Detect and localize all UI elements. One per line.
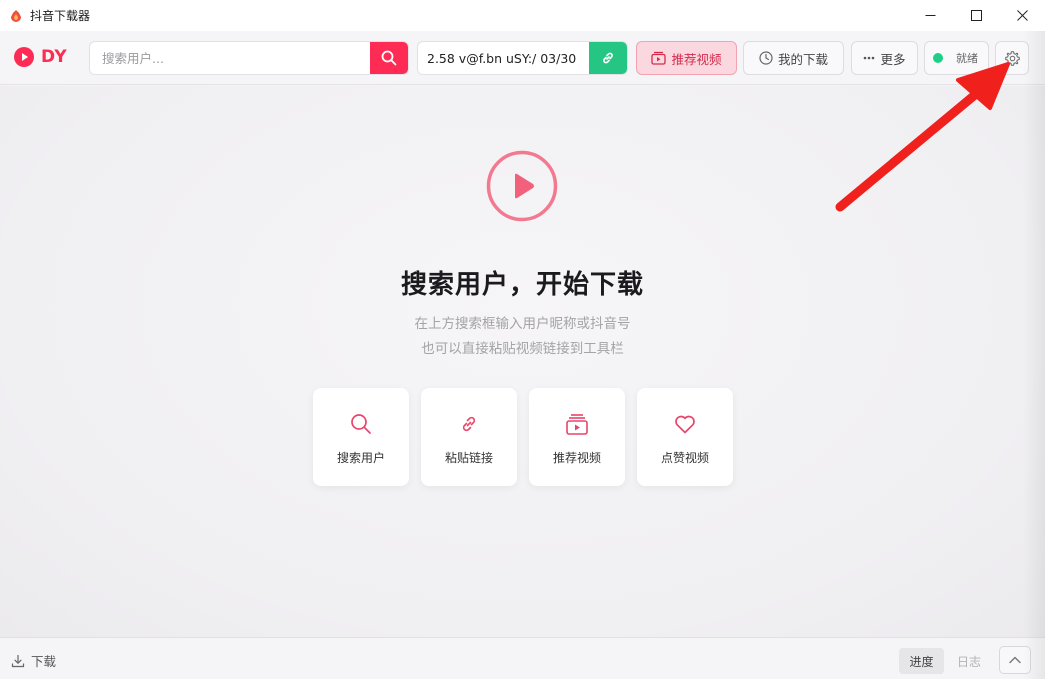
video-stack-icon xyxy=(651,51,667,65)
main-empty-state: 搜索用户，开始下载 在上方搜索框输入用户昵称或抖音号 也可以直接粘贴视频链接到工… xyxy=(0,86,1045,637)
heart-icon xyxy=(675,415,695,434)
card-liked-videos[interactable]: 点赞视频 xyxy=(637,388,733,486)
app-logo-icon xyxy=(11,9,21,22)
gear-icon xyxy=(1004,50,1020,66)
recommended-videos-label: 推荐视频 xyxy=(671,51,722,67)
card-recommended-videos[interactable]: 推荐视频 xyxy=(529,388,625,486)
search-box xyxy=(89,41,409,75)
more-dots-icon xyxy=(864,56,875,60)
link-box xyxy=(417,41,628,75)
card-label: 搜索用户 xyxy=(336,451,385,465)
video-link-input[interactable] xyxy=(418,42,591,74)
logo-text: DY xyxy=(41,47,68,67)
maximize-icon xyxy=(970,10,982,21)
window-title: 抖音下载器 xyxy=(30,9,91,23)
chevron-up-icon xyxy=(1009,656,1021,664)
search-icon xyxy=(381,50,397,66)
close-icon xyxy=(1016,10,1028,21)
card-search-user[interactable]: 搜索用户 xyxy=(313,388,409,486)
recommended-videos-button[interactable]: 推荐视频 xyxy=(636,41,737,75)
minimize-button[interactable] xyxy=(907,0,953,31)
download-panel-toggle[interactable]: 下载 xyxy=(11,651,56,670)
download-label: 下载 xyxy=(31,654,57,669)
minimize-icon xyxy=(925,15,935,16)
close-button[interactable] xyxy=(999,0,1045,31)
bottom-bar: 下载 进度 日志 xyxy=(0,637,1045,679)
empty-state-title: 搜索用户，开始下载 xyxy=(400,270,644,300)
play-circle-icon xyxy=(486,150,558,222)
status-indicator: 就绪 xyxy=(924,41,989,75)
tab-log[interactable]: 日志 xyxy=(948,648,990,674)
status-text: 就绪 xyxy=(956,52,978,65)
tab-progress[interactable]: 进度 xyxy=(899,648,944,674)
parse-link-button[interactable] xyxy=(589,42,627,74)
clock-icon xyxy=(759,51,773,65)
title-bar: 抖音下载器 xyxy=(0,0,1045,31)
search-input[interactable] xyxy=(90,42,372,74)
settings-button[interactable] xyxy=(995,41,1029,75)
my-downloads-button[interactable]: 我的下载 xyxy=(743,41,844,75)
card-paste-link[interactable]: 粘贴链接 xyxy=(421,388,517,486)
more-button[interactable]: 更多 xyxy=(851,41,918,75)
empty-state-subtitle-1: 在上方搜索框输入用户昵称或抖音号 xyxy=(414,316,631,332)
search-icon xyxy=(351,414,371,434)
maximize-button[interactable] xyxy=(953,0,999,31)
video-stack-icon xyxy=(566,414,588,435)
download-icon xyxy=(11,654,25,667)
card-label: 推荐视频 xyxy=(552,451,601,465)
toolbar: DY 推荐视频 xyxy=(0,31,1045,85)
card-label: 粘贴链接 xyxy=(444,451,493,465)
app-logo: DY xyxy=(14,47,67,67)
card-label: 点赞视频 xyxy=(660,451,709,465)
expand-panel-button[interactable] xyxy=(999,646,1031,674)
empty-state-subtitle-2: 也可以直接粘贴视频链接到工具栏 xyxy=(421,341,624,357)
my-downloads-label: 我的下载 xyxy=(777,51,828,67)
link-icon xyxy=(462,416,476,432)
more-label: 更多 xyxy=(880,51,906,67)
play-logo-icon xyxy=(14,47,34,67)
link-icon xyxy=(603,52,613,64)
status-dot xyxy=(933,53,943,63)
search-button[interactable] xyxy=(370,42,408,74)
